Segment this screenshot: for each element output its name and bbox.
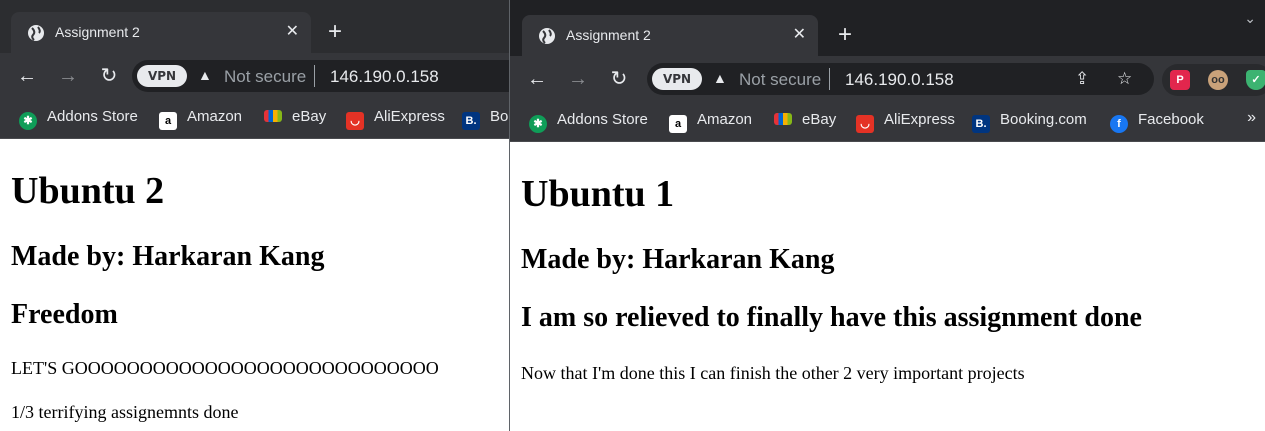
bookmark-label: Facebook <box>1138 111 1204 128</box>
new-tab-button[interactable]: + <box>328 20 342 44</box>
reload-icon[interactable]: ↻ <box>98 65 120 87</box>
forward-arrow-icon[interactable]: → <box>57 65 79 87</box>
bookmark-booking[interactable]: B. Bo <box>462 106 509 130</box>
booking-icon: B. <box>462 112 480 130</box>
amazon-icon: a <box>159 112 177 130</box>
back-arrow-icon[interactable]: ← <box>526 68 548 90</box>
toolbar: ← → ↻ VPN ▲ Not secure 146.190.0.158 <box>0 53 510 99</box>
bookmark-star-icon[interactable]: ☆ <box>1117 63 1132 95</box>
bookmark-ebay[interactable]: eBay <box>264 106 326 128</box>
omnibox-separator <box>829 68 830 90</box>
made-by-heading: Made by: Harkaran Kang <box>11 241 325 272</box>
bookmark-addons-store[interactable]: ✱ Addons Store <box>529 109 648 133</box>
booking-icon: B. <box>972 115 990 133</box>
globe-icon <box>28 25 44 41</box>
front-browser-window: Assignment 2 ✕ + ⌄ ← → ↻ VPN ▲ Not secur… <box>509 0 1265 431</box>
tab-title: Assignment 2 <box>566 27 651 43</box>
addons-store-icon: ✱ <box>529 115 547 133</box>
bookmark-addons-store[interactable]: ✱ Addons Store <box>19 106 138 130</box>
bookmark-booking[interactable]: B. Booking.com <box>972 109 1087 133</box>
warning-icon[interactable]: ▲ <box>713 70 727 86</box>
back-arrow-icon[interactable]: ← <box>16 65 38 87</box>
bookmark-label: AliExpress <box>884 111 955 128</box>
address-bar[interactable]: VPN ▲ Not secure 146.190.0.158 <box>132 60 510 92</box>
page-heading: Ubuntu 1 <box>521 173 675 215</box>
tab-assignment-2[interactable]: Assignment 2 ✕ <box>522 15 818 56</box>
bookmark-label: Addons Store <box>47 108 138 125</box>
glasses-extension-icon[interactable]: oo <box>1208 70 1228 90</box>
bookmark-label: Bo <box>490 108 509 125</box>
address-bar[interactable]: VPN ▲ Not secure 146.190.0.158 ⇪ ☆ <box>647 63 1154 95</box>
paragraph-1: LET'S GOOOOOOOOOOOOOOOOOOOOOOOOOOOO <box>11 358 439 378</box>
more-bookmarks-icon[interactable]: » <box>1247 109 1256 127</box>
forward-arrow-icon[interactable]: → <box>567 68 589 90</box>
bookmark-facebook[interactable]: f Facebook <box>1110 109 1204 133</box>
close-tab-icon[interactable]: ✕ <box>793 24 806 44</box>
bookmark-label: eBay <box>802 111 837 128</box>
warning-icon[interactable]: ▲ <box>198 67 212 83</box>
url-text[interactable]: 146.190.0.158 <box>330 67 439 87</box>
tab-title: Assignment 2 <box>55 24 140 40</box>
bookmark-amazon[interactable]: a Amazon <box>159 106 243 130</box>
new-tab-button[interactable]: + <box>838 23 852 47</box>
close-tab-icon[interactable]: ✕ <box>286 21 299 41</box>
ebay-icon <box>774 113 792 125</box>
bookmarks-bar: ✱ Addons Store a Amazon eBay ◡ AliExpress B… <box>0 99 510 139</box>
tab-strip: Assignment 2 ✕ + <box>0 0 510 53</box>
globe-icon <box>539 28 555 44</box>
bookmark-label: Booking.com <box>1000 111 1087 128</box>
aliexpress-icon: ◡ <box>346 112 364 130</box>
tab-strip: Assignment 2 ✕ + ⌄ <box>510 0 1265 56</box>
addons-store-icon: ✱ <box>19 112 37 130</box>
bookmarks-bar: ✱ Addons Store a Amazon eBay ◡ AliExpress B… <box>510 102 1265 142</box>
paragraph-1: Now that I'm done this I can finish the … <box>521 363 1025 383</box>
paragraph-2: 1/3 terrifying assignemnts done <box>11 402 239 422</box>
bookmark-label: Amazon <box>187 108 243 125</box>
subheading: Freedom <box>11 299 118 330</box>
made-by-heading: Made by: Harkaran Kang <box>521 244 835 275</box>
extensions-group: P oo ✓ <box>1162 64 1265 96</box>
page-heading: Ubuntu 2 <box>11 170 165 212</box>
url-text[interactable]: 146.190.0.158 <box>845 70 954 90</box>
aliexpress-icon: ◡ <box>856 115 874 133</box>
back-browser-window: Assignment 2 ✕ + ← → ↻ VPN ▲ Not secure … <box>0 0 510 431</box>
bookmark-amazon[interactable]: a Amazon <box>669 109 753 133</box>
vpn-badge[interactable]: VPN <box>137 65 187 87</box>
bookmark-label: AliExpress <box>374 108 445 125</box>
vpn-badge[interactable]: VPN <box>652 68 702 90</box>
shield-extension-icon[interactable]: ✓ <box>1246 70 1265 90</box>
bookmark-label: eBay <box>292 108 327 125</box>
pocket-extension-icon[interactable]: P <box>1170 70 1190 90</box>
page-content: Ubuntu 2 Made by: Harkaran Kang Freedom … <box>0 139 510 431</box>
tab-assignment-2[interactable]: Assignment 2 ✕ <box>11 12 311 53</box>
omnibox-separator <box>314 65 315 87</box>
bookmark-aliexpress[interactable]: ◡ AliExpress <box>346 106 445 130</box>
amazon-icon: a <box>669 115 687 133</box>
page-content: Ubuntu 1 Made by: Harkaran Kang I am so … <box>510 142 1265 431</box>
ebay-icon <box>264 110 282 122</box>
chevron-down-icon[interactable]: ⌄ <box>1244 10 1256 27</box>
bookmark-label: Addons Store <box>557 111 648 128</box>
not-secure-label[interactable]: Not secure <box>224 67 306 87</box>
toolbar: ← → ↻ VPN ▲ Not secure 146.190.0.158 ⇪ ☆… <box>510 56 1265 102</box>
reload-icon[interactable]: ↻ <box>608 68 630 90</box>
subheading: I am so relieved to finally have this as… <box>521 302 1142 333</box>
bookmark-label: Amazon <box>697 111 753 128</box>
share-icon[interactable]: ⇪ <box>1075 63 1089 95</box>
facebook-icon: f <box>1110 115 1128 133</box>
bookmark-aliexpress[interactable]: ◡ AliExpress <box>856 109 955 133</box>
bookmark-ebay[interactable]: eBay <box>774 109 836 131</box>
not-secure-label[interactable]: Not secure <box>739 70 821 90</box>
